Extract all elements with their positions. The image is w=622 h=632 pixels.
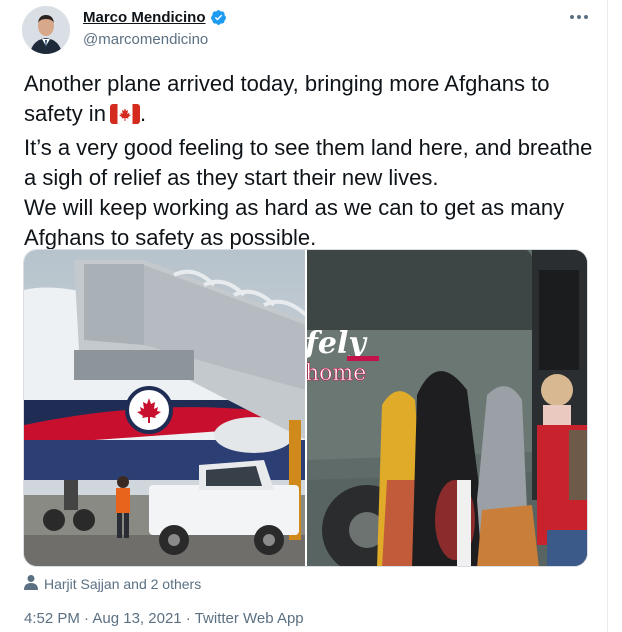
- author-handle[interactable]: @marcomendicino: [83, 31, 208, 48]
- tweet-line-2: safety in: [24, 101, 106, 126]
- tweet-paragraph-2: It’s a very good feeling to see them lan…: [24, 135, 593, 190]
- author-name[interactable]: Marco Mendicino: [83, 9, 206, 26]
- tweet-paragraph-1: Another plane arrived today, bringing mo…: [24, 69, 599, 133]
- tweet-meta: 4:52 PM · Aug 13, 2021 · Twitter Web App: [24, 610, 304, 627]
- tweet-line-1: Another plane arrived today, bringing mo…: [24, 71, 550, 96]
- photo-airplane[interactable]: 01: [24, 250, 305, 566]
- tweet-text: Another plane arrived today, bringing mo…: [24, 69, 599, 253]
- media-grid: 01 fely home: [23, 249, 588, 567]
- bus-sign-line2: home: [307, 361, 366, 386]
- tweet-line-2-end: .: [139, 101, 147, 126]
- tagged-users[interactable]: Harjit Sajjan and 2 others: [24, 574, 201, 593]
- tweet-date[interactable]: Aug 13, 2021: [92, 610, 181, 627]
- verified-badge-icon: [210, 9, 227, 26]
- tweet-source[interactable]: Twitter Web App: [195, 610, 304, 627]
- photo-bus-boarding[interactable]: fely home: [306, 250, 587, 566]
- tagged-users-label: Harjit Sajjan and 2 others: [44, 575, 202, 592]
- person-icon: [24, 574, 38, 593]
- tweet-card: Marco Mendicino @marcomendicino Another …: [0, 0, 608, 632]
- canada-flag-icon: [109, 103, 140, 133]
- avatar[interactable]: [22, 6, 70, 54]
- tweet-time[interactable]: 4:52 PM: [24, 610, 80, 627]
- tweet-paragraph-3: We will keep working as hard as we can t…: [24, 195, 565, 250]
- bus-sign-line1: fely: [307, 326, 368, 361]
- svg-text:01: 01: [26, 397, 42, 413]
- more-options-icon[interactable]: [565, 6, 593, 28]
- meta-separator: ·: [181, 610, 195, 627]
- author-name-row: Marco Mendicino: [83, 9, 227, 26]
- meta-separator: ·: [79, 610, 93, 627]
